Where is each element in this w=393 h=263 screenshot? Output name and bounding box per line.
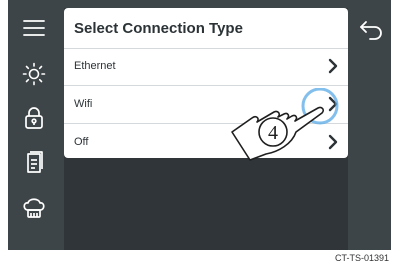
chef-button[interactable] <box>14 190 54 226</box>
chevron-right-icon <box>328 58 338 74</box>
back-arrow-icon <box>360 21 382 40</box>
document-button[interactable] <box>14 144 54 180</box>
option-wifi[interactable]: Wifi <box>64 86 348 123</box>
lock-button[interactable] <box>14 100 54 136</box>
chevron-right-icon <box>328 134 338 150</box>
option-off[interactable]: Off <box>64 124 348 158</box>
sidebar <box>8 0 60 250</box>
option-label: Wifi <box>74 98 93 110</box>
back-button[interactable] <box>355 14 387 46</box>
option-label: Ethernet <box>74 60 116 72</box>
device-screen: Select Connection Type Ethernet Wifi Off <box>8 0 391 250</box>
menu-icon <box>23 20 45 36</box>
chef-hat-icon <box>23 198 45 218</box>
chevron-right-icon <box>328 96 338 112</box>
brightness-button[interactable] <box>14 56 54 92</box>
connection-type-dialog: Select Connection Type Ethernet Wifi Off <box>64 8 348 158</box>
image-caption: CT-TS-01391 <box>334 253 389 263</box>
dialog-title: Select Connection Type <box>74 20 243 37</box>
menu-button[interactable] <box>14 10 54 46</box>
option-ethernet[interactable]: Ethernet <box>64 48 348 85</box>
content-panel: Select Connection Type Ethernet Wifi Off <box>64 8 348 250</box>
lock-icon <box>25 107 43 129</box>
brightness-icon <box>22 62 46 86</box>
option-label: Off <box>74 136 89 148</box>
right-rail <box>351 0 391 250</box>
document-icon <box>27 151 43 173</box>
